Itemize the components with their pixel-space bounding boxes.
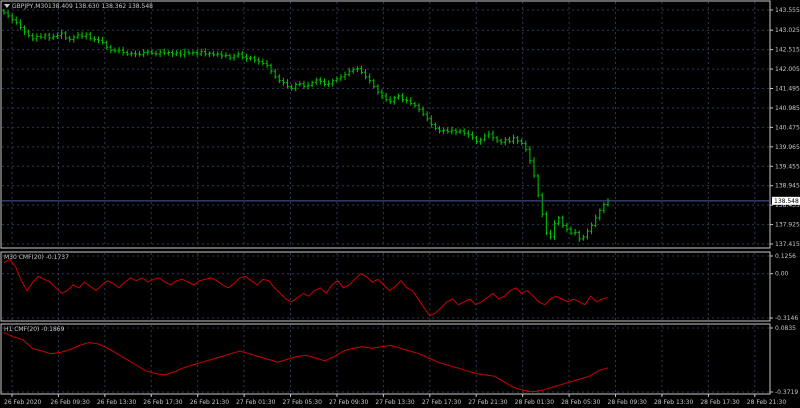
price-label: 143.025 — [775, 27, 800, 34]
time-label: 27 Feb 01:30 — [236, 399, 276, 406]
price-label: 137.415 — [775, 241, 800, 248]
price-label: 143.555 — [775, 7, 800, 14]
time-label: 28 Feb 05:30 — [561, 399, 601, 406]
symbol-title: GBPJPY,M30 138.409 138.630 138.362 138.5… — [4, 3, 153, 10]
chart-background — [0, 0, 800, 408]
indicator-label: 0.1256 — [775, 253, 796, 260]
price-label: 138.945 — [775, 183, 800, 190]
indicator-label: 0.0835 — [775, 325, 796, 332]
time-label: 27 Feb 13:30 — [375, 399, 415, 406]
cmf-m30-title: M30 CMF(20) -0.1737 — [4, 254, 69, 261]
price-label: 142.005 — [775, 66, 800, 73]
time-label: 26 Feb 21:30 — [190, 399, 230, 406]
time-label: 28 Feb 13:30 — [654, 399, 694, 406]
price-label: 140.985 — [775, 105, 800, 112]
time-label: 26 Feb 09:30 — [50, 399, 90, 406]
time-label: 26 Feb 2020 — [4, 399, 42, 406]
price-label: 137.925 — [775, 222, 800, 229]
price-label: 139.965 — [775, 144, 800, 151]
symbol-label: GBPJPY,M30 — [12, 3, 48, 10]
time-label: 28 Feb 01:30 — [515, 399, 555, 406]
time-label: 26 Feb 13:30 — [97, 399, 137, 406]
time-label: 26 Feb 17:30 — [143, 399, 183, 406]
time-label: 28 Feb 17:30 — [700, 399, 740, 406]
price-label: 141.495 — [775, 86, 800, 93]
time-label: 27 Feb 09:30 — [329, 399, 369, 406]
price-label: 140.475 — [775, 124, 800, 131]
current-price-badge: 138.548 — [772, 196, 800, 205]
trading-chart[interactable]: GBPJPY,M30 138.409 138.630 138.362 138.5… — [0, 0, 800, 408]
current-price-label: 138.548 — [774, 198, 799, 205]
time-label: 28 Feb 09:30 — [608, 399, 648, 406]
time-label: 27 Feb 17:30 — [422, 399, 462, 406]
cmf-h1-title: H1 CMF(20) -0.1869 — [4, 326, 65, 333]
indicator-label: 0.00 — [775, 271, 789, 278]
price-label: 139.455 — [775, 163, 800, 170]
indicator-label: -0.3719 — [775, 389, 798, 396]
time-label: 28 Feb 21:30 — [747, 399, 787, 406]
ohlc-readout: 138.409 138.630 138.362 138.548 — [48, 3, 153, 10]
time-label: 27 Feb 05:30 — [283, 399, 323, 406]
price-label: 142.515 — [775, 47, 800, 54]
time-label: 27 Feb 21:30 — [468, 399, 508, 406]
indicator-label: -0.3146 — [775, 315, 798, 322]
